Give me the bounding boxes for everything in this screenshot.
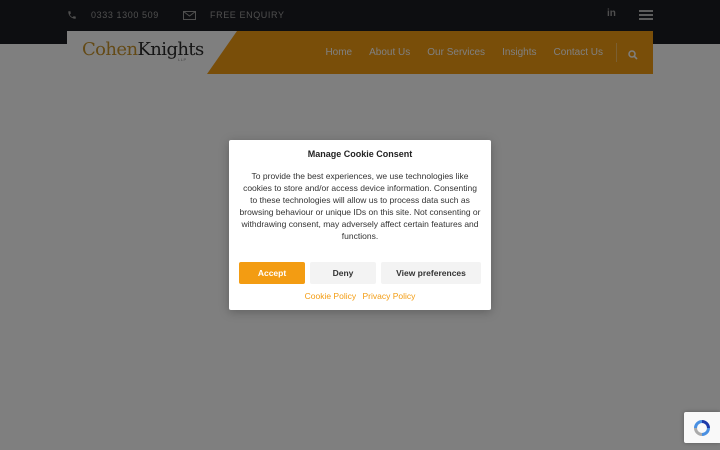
cookie-dialog-title: Manage Cookie Consent <box>307 149 413 159</box>
privacy-policy-link[interactable]: Privacy Policy <box>362 291 415 301</box>
deny-button[interactable]: Deny <box>310 262 376 284</box>
cookie-dialog-buttons: Accept Deny View preferences <box>239 262 481 284</box>
cookie-policy-link[interactable]: Cookie Policy <box>305 291 357 301</box>
cookie-dialog-links: Cookie Policy Privacy Policy <box>229 291 491 301</box>
view-preferences-button[interactable]: View preferences <box>381 262 481 284</box>
accept-button[interactable]: Accept <box>239 262 305 284</box>
cookie-dialog-body: To provide the best experiences, we use … <box>239 171 481 241</box>
cookie-consent-dialog: Manage Cookie Consent To provide the bes… <box>229 140 491 310</box>
recaptcha-icon[interactable] <box>684 412 720 443</box>
